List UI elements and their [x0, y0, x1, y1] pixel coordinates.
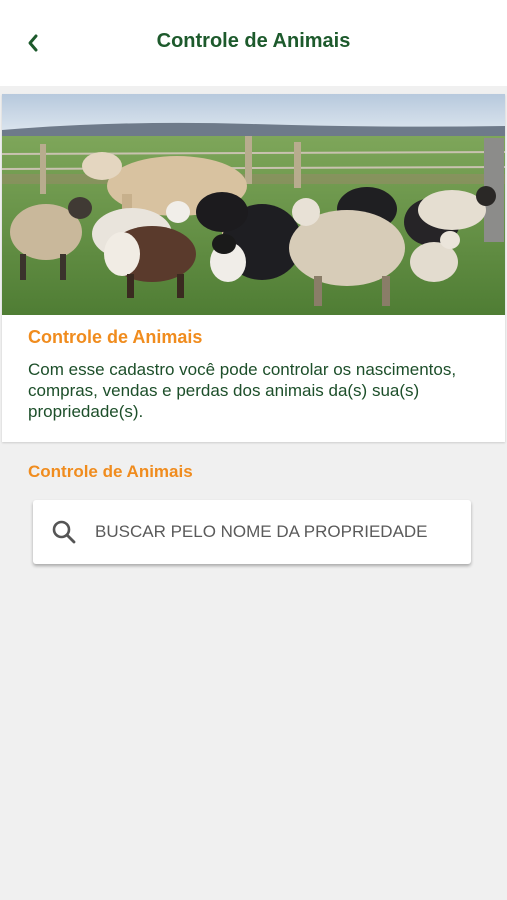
card-title: Controle de Animais: [28, 327, 203, 347]
search-box[interactable]: [33, 500, 471, 564]
app-header: Controle de Animais: [0, 0, 507, 86]
search-icon: [52, 520, 76, 544]
section-label: Controle de Animais: [28, 462, 193, 481]
card-description: Com esse cadastro você pode controlar os…: [28, 360, 457, 421]
search-input[interactable]: [95, 522, 455, 542]
hero-image: [2, 94, 505, 315]
page-title: Controle de Animais: [156, 30, 351, 52]
info-card: Controle de Animais Com esse cadastro vo…: [2, 94, 505, 442]
